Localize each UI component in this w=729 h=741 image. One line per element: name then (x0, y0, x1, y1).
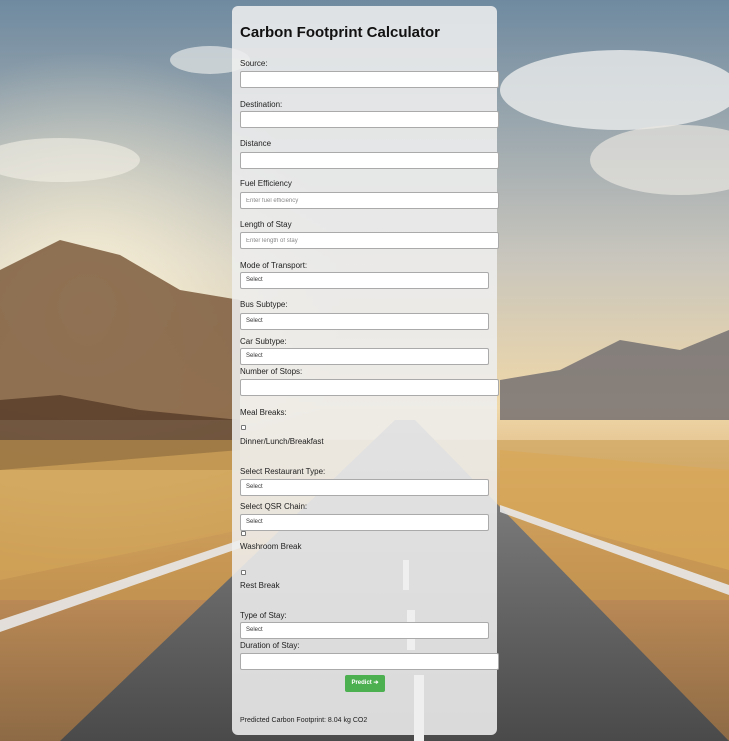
source-input[interactable] (240, 71, 499, 88)
restaurant-type-select[interactable]: Select (240, 479, 489, 496)
distance-label: Distance (240, 139, 272, 148)
destination-input[interactable] (240, 111, 499, 128)
washroom-break-checkbox[interactable] (241, 531, 246, 536)
calculator-form-card: Carbon Footprint Calculator Source: Dest… (232, 6, 499, 735)
bus-subtype-label: Bus Subtype: (240, 300, 288, 309)
type-of-stay-select[interactable]: Select (240, 622, 489, 639)
mode-of-transport-label: Mode of Transport: (240, 261, 308, 270)
number-of-stops-input[interactable] (240, 379, 499, 396)
mode-of-transport-select[interactable]: Select (240, 272, 489, 289)
length-of-stay-label: Length of Stay (240, 220, 292, 229)
rest-break-checkbox[interactable] (241, 570, 246, 575)
type-of-stay-label: Type of Stay: (240, 611, 287, 620)
rest-break-label: Rest Break (240, 581, 280, 590)
number-of-stops-label: Number of Stops: (240, 367, 303, 376)
length-of-stay-input[interactable] (240, 232, 499, 249)
car-subtype-select[interactable]: Select (240, 348, 489, 365)
car-subtype-label: Car Subtype: (240, 337, 287, 346)
meal-option-label: Dinner/Lunch/Breakfast (240, 437, 324, 446)
distance-input[interactable] (240, 152, 499, 169)
restaurant-type-label: Select Restaurant Type: (240, 467, 326, 476)
destination-label: Destination: (240, 100, 283, 109)
prediction-result: Predicted Carbon Footprint: 8.04 kg CO2 (240, 717, 368, 724)
meal-breaks-label: Meal Breaks: (240, 408, 287, 417)
meal-option-checkbox[interactable] (241, 425, 246, 430)
form-title: Carbon Footprint Calculator (240, 24, 440, 41)
qsr-chain-select[interactable]: Select (240, 514, 489, 531)
bus-subtype-select[interactable]: Select (240, 313, 489, 330)
washroom-break-label: Washroom Break (240, 542, 302, 551)
duration-of-stay-label: Duration of Stay: (240, 641, 300, 650)
fuel-efficiency-input[interactable] (240, 192, 499, 209)
duration-of-stay-input[interactable] (240, 653, 499, 670)
source-label: Source: (240, 59, 268, 68)
qsr-chain-label: Select QSR Chain: (240, 502, 308, 511)
predict-button[interactable]: Predict ➔ (345, 675, 385, 692)
fuel-efficiency-label: Fuel Efficiency (240, 179, 292, 188)
